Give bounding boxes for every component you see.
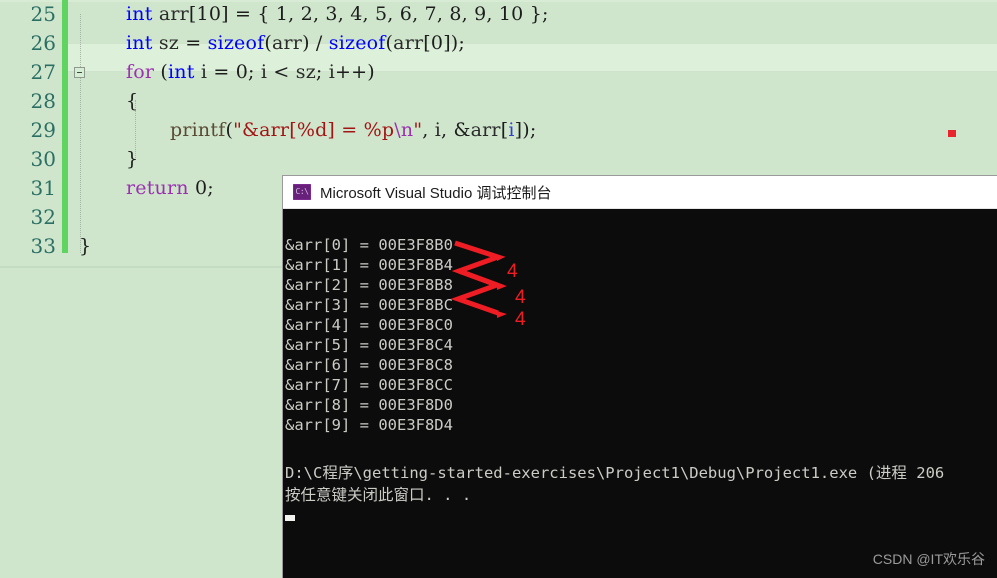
console-output-line: &arr[6] = 00E3F8C8 xyxy=(285,356,453,374)
console-exit-line: D:\C程序\getting-started-exercises\Project… xyxy=(285,464,945,482)
screenshot-root: int arr[10] = { 1, 2, 3, 4, 5, 6, 7, 8, … xyxy=(0,0,997,578)
console-output-line: &arr[7] = 00E3F8CC xyxy=(285,376,453,394)
code-line-27[interactable]: for (int i = 0; i < sz; i++) xyxy=(126,58,375,87)
arrow-head-1 xyxy=(497,255,505,261)
console-output-line: &arr[3] = 00E3F8BC xyxy=(285,296,453,314)
annotation-value-3: 4 xyxy=(515,309,526,330)
red-marker-dot xyxy=(948,130,956,137)
line-number-30: 30 xyxy=(30,147,56,171)
zigzag-arrow-2 xyxy=(450,268,505,316)
code-line-25[interactable]: int arr[10] = { 1, 2, 3, 4, 5, 6, 7, 8, … xyxy=(126,0,549,29)
line-number-28: 28 xyxy=(30,89,56,113)
console-app-icon: C:\ xyxy=(293,184,311,200)
console-output-line: &arr[8] = 00E3F8D0 xyxy=(285,396,453,414)
zigzag-arrow-1 xyxy=(451,240,506,288)
console-output-line: &arr[5] = 00E3F8C4 xyxy=(285,336,453,354)
line-number-27: 27 xyxy=(30,60,56,84)
console-output-area[interactable]: &arr[0] = 00E3F8B0 &arr[1] = 00E3F8B4 &a… xyxy=(283,209,997,578)
arrow-head-3 xyxy=(497,311,507,318)
console-output-line: &arr[9] = 00E3F8D4 xyxy=(285,416,453,434)
kw-int: int xyxy=(126,3,153,25)
line-number-32: 32 xyxy=(30,205,56,229)
code-line-26[interactable]: int sz = sizeof(arr) / sizeof(arr[0]); xyxy=(126,29,465,58)
console-prompt-line: 按任意键关闭此窗口. . . xyxy=(285,486,472,504)
line-number-29: 29 xyxy=(30,118,56,142)
console-title-bar[interactable]: C:\ Microsoft Visual Studio 调试控制台 xyxy=(283,176,997,209)
console-output-line: &arr[4] = 00E3F8C0 xyxy=(285,316,453,334)
arrow-head-2 xyxy=(497,283,507,290)
watermark: CSDN @IT欢乐谷 xyxy=(872,551,985,567)
change-bar xyxy=(62,0,68,253)
console-cursor xyxy=(285,515,295,521)
code-line-29[interactable]: printf("&arr[%d] = %p\n", i, &arr[i]); xyxy=(170,116,536,145)
code-fold-toggle[interactable] xyxy=(74,67,85,78)
line-number-33: 33 xyxy=(30,234,56,258)
code-line-30[interactable]: } xyxy=(126,145,138,174)
line-number-26: 26 xyxy=(30,31,56,55)
indent-guide-outer xyxy=(80,14,81,253)
console-output-line: &arr[2] = 00E3F8B8 xyxy=(285,276,453,294)
code-line-31[interactable]: return 0; xyxy=(126,174,214,203)
code-line-28[interactable]: { xyxy=(126,87,138,116)
code-line-33[interactable]: } xyxy=(79,232,91,261)
annotation-value-2: 4 xyxy=(515,287,526,308)
line-number-25: 25 xyxy=(30,2,56,26)
console-output-line: &arr[0] = 00E3F8B0 xyxy=(285,236,453,254)
console-window[interactable]: C:\ Microsoft Visual Studio 调试控制台 &arr[0… xyxy=(283,176,997,578)
console-title-text: Microsoft Visual Studio 调试控制台 xyxy=(320,184,552,202)
console-output-line: &arr[1] = 00E3F8B4 xyxy=(285,256,453,274)
line-number-31: 31 xyxy=(30,176,56,200)
annotation-value-1: 4 xyxy=(507,261,518,282)
